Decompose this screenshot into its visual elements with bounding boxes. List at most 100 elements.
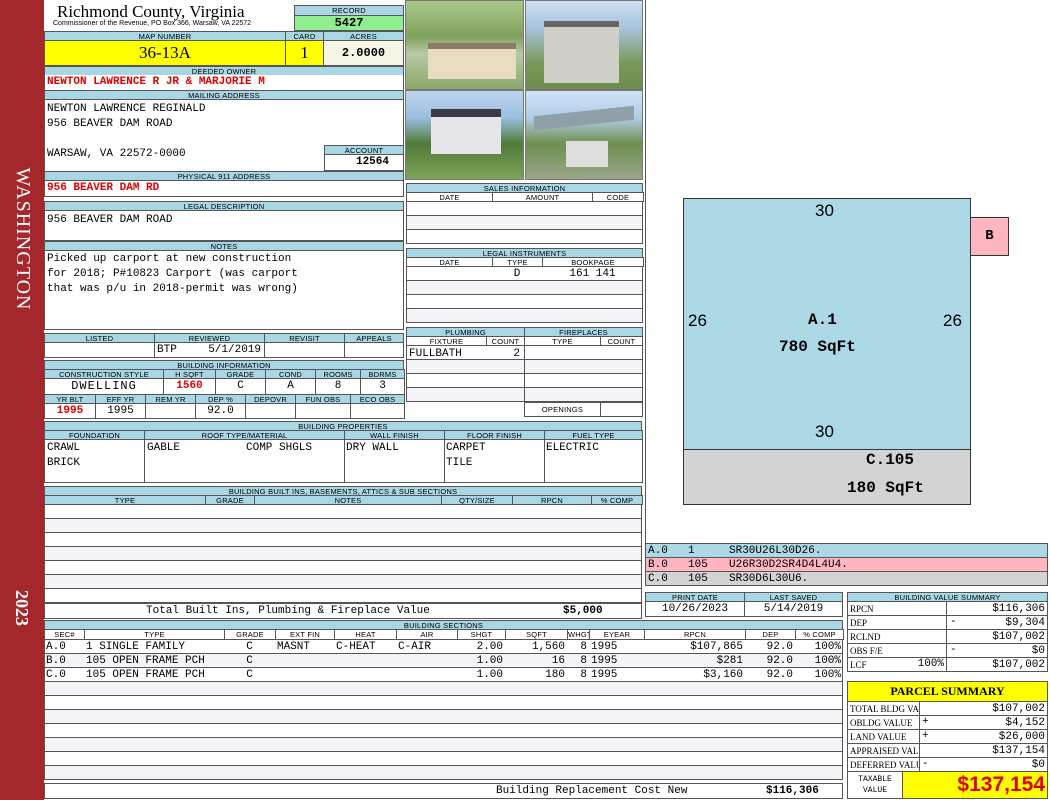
parcel-label-obldg-value: OBLDG VALUE [847,715,920,730]
reviewed-value: BTP 5/1/2019 [154,342,265,358]
plumbing-fixture: FULLBATH [409,348,462,360]
section-row [44,681,843,696]
reviewed-by: BTP [157,344,177,356]
sketch-a-area: 780 SqFt [779,338,856,356]
sketch-segment-row: C.0 105 SR30D6L30U6. [645,571,1048,586]
sales-row [406,229,643,244]
photo-house-side[interactable] [405,90,524,180]
notes-line: Picked up carport at new construction [47,253,292,265]
section-row [44,751,843,766]
builtins-row [44,532,642,547]
revisit-value [264,342,345,358]
wall-finish: DRY WALL [346,442,399,454]
section-row [44,723,843,738]
section-cell-type: 105 OPEN FRAME PCH [86,669,205,681]
segment-code: 105 [688,573,708,585]
section-cell-whgt: 8 [580,669,587,681]
section-cell-eyear: 1995 [591,669,618,681]
builtins-total-label: Total Built Ins, Plumbing & Fireplace Va… [146,605,430,617]
bi-value-bdrms: 3 [360,378,405,395]
sketch-segment-row: A.0 1 SR30U26L30D26. [645,543,1048,558]
photo-carport[interactable] [525,90,643,180]
section-cell-ext-fin: MASNT [277,641,311,653]
account-number: 12564 [324,154,404,171]
bi-value-h-sqft: 1560 [163,378,216,395]
bi-value-fun-obs [295,403,351,419]
segment-section: C.0 [648,573,668,585]
bi-value-grade: C [215,378,266,395]
section-cell-air [398,668,455,682]
section-cell-whgt: 8 [580,641,587,653]
parcel-value-deferred-value: $0 [919,757,1048,772]
section-cell-rpcn: $281 [716,655,743,667]
sections-total-label: Building Replacement Cost New [496,785,688,797]
parcel-sign: + [922,730,929,742]
mailing-line-3: WARSAW, VA 22572-0000 [47,148,186,160]
fuel-type: ELECTRIC [546,442,599,454]
photo-house-front[interactable] [525,0,643,90]
fireplace-row [524,345,643,360]
value-summary-value-rpcn: $116,306 [946,601,1048,616]
section-cell-heat [336,668,394,682]
value-summary-label-dep: DEP [847,615,947,630]
section-cell-whgt: 8 [580,655,587,667]
sketch-a-right: 26 [943,311,962,330]
photo-shed[interactable] [405,0,524,90]
section-cell-shgt: 1.00 [476,655,503,667]
section-cell-comp: 100% [814,641,841,653]
section-cell-ext-fin [277,654,332,668]
sketch-c-area: 180 SqFt [847,479,924,497]
value-summary-label-obs-f-e: OBS F/E [847,643,947,658]
reviewed-date: 5/1/2019 [208,344,261,356]
value-summary-sign: - [950,644,957,656]
value-summary-sign: - [950,616,957,628]
parcel-value-land-value: $26,000 [919,729,1048,744]
instrument-row [406,294,643,309]
foundation-2: BRICK [47,457,81,469]
map-number: 36-13A [44,40,286,66]
section-cell-grade: C [246,669,253,681]
section-row [44,737,843,752]
bi-value-depovr [245,403,296,419]
section-cell-shgt: 1.00 [476,669,503,681]
segment-code: 105 [688,559,708,571]
roof-material: COMP SHGLS [246,442,313,454]
bi-value-dep: 92.0 [195,403,246,419]
sections-total-value: $116,306 [766,785,819,797]
section-cell-grade: C [246,641,253,653]
section-cell-air [398,654,455,668]
legal-description: 956 BEAVER DAM ROAD [44,210,404,241]
section-cell-heat [336,654,394,668]
section-row [44,709,843,724]
taxable-value: $137,154 [902,771,1048,799]
taxable-value-label: TAXABLE VALUE [847,771,903,799]
fireplace-row [524,387,643,402]
sketch-a-bottom: 30 [815,422,834,441]
sketch-a-top: 30 [815,201,834,220]
sketch-section-c[interactable] [683,449,971,505]
section-cell-eyear: 1995 [591,655,618,667]
section-cell-sqft: 16 [551,655,565,667]
section-cell-heat: C-HEAT [336,641,376,653]
floor-finish-1: CARPET [446,442,486,454]
segment-path: SR30D6L30U6. [729,573,809,585]
fireplace-row [524,359,643,374]
openings-label: OPENINGS [524,402,601,417]
sketch-b-label: B [985,228,994,244]
bi-value-construction-style: DWELLING [44,378,164,395]
instrument-type: D [513,268,521,280]
value-summary-value-obs-f-e: $0 [946,643,1048,658]
floor-finish-2: TILE [446,457,473,469]
last-saved: 5/14/2019 [744,601,843,617]
mailing-line-2: 956 BEAVER DAM ROAD [47,118,173,130]
builtins-row [44,546,642,561]
card-number: 1 [285,40,324,66]
bi-value-eff-yr: 1995 [95,403,146,419]
builtins-row [44,588,642,603]
section-cell-air: C-AIR [398,641,432,653]
parcel-label-deferred-value: DEFERRED VALUE [847,757,920,772]
sketch-a-left: 26 [688,311,707,330]
builtins-row [44,574,642,589]
sales-row [406,215,643,230]
foundation-1: CRAWL [47,442,81,454]
